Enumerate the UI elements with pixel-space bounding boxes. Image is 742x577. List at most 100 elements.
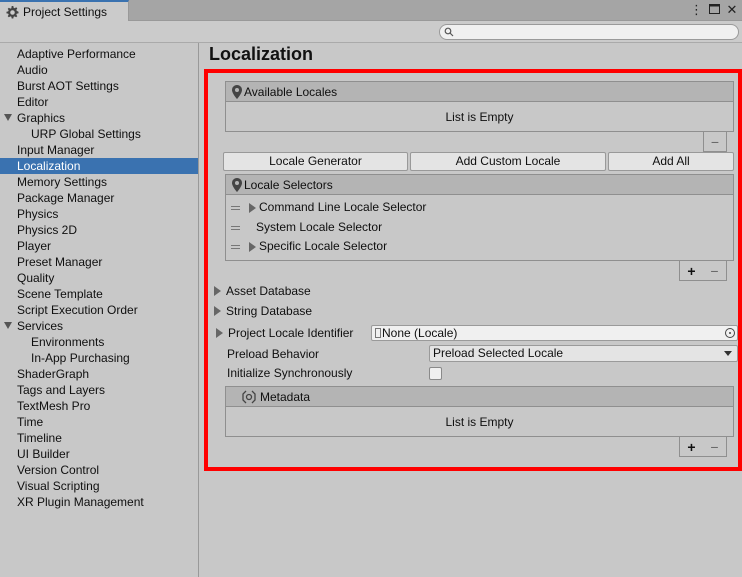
metadata-icon	[242, 390, 256, 404]
sidebar-item[interactable]: Physics 2D	[0, 222, 198, 238]
sidebar-item[interactable]: Version Control	[0, 462, 198, 478]
project-locale-identifier-label: Project Locale Identifier	[228, 326, 354, 340]
sidebar-item[interactable]: Physics	[0, 206, 198, 222]
sidebar-item[interactable]: TextMesh Pro	[0, 398, 198, 414]
sidebar-item-label: Quality	[17, 271, 55, 285]
close-icon[interactable]: ✕	[726, 2, 738, 18]
sidebar-item[interactable]: Localization	[0, 158, 198, 174]
menu-dots-icon[interactable]: ⋮	[690, 2, 703, 18]
available-locales-label: Available Locales	[244, 84, 338, 99]
sidebar-item-label: Tags and Layers	[17, 383, 106, 397]
remove-locale-button[interactable]: −	[711, 134, 719, 150]
string-database-label: String Database	[226, 304, 313, 318]
sidebar-item[interactable]: Editor	[0, 94, 198, 110]
maximize-icon[interactable]	[708, 2, 720, 18]
object-picker-icon[interactable]	[725, 328, 735, 338]
sidebar-item[interactable]: Input Manager	[0, 142, 198, 158]
initialize-synchronously-checkbox[interactable]	[429, 367, 442, 380]
add-custom-locale-button[interactable]: Add Custom Locale	[410, 152, 606, 171]
foldout-arrow-icon[interactable]	[216, 328, 223, 338]
sidebar-item[interactable]: Environments	[0, 334, 198, 350]
sidebar-item-label: UI Builder	[17, 447, 70, 461]
sidebar-item[interactable]: Script Execution Order	[0, 302, 198, 318]
project-locale-field[interactable]: None (Locale)	[371, 325, 738, 341]
sidebar-item-label: Input Manager	[17, 143, 95, 157]
sidebar-item-label: Physics 2D	[17, 223, 78, 237]
locale-selector-label: Command Line Locale Selector	[259, 200, 427, 214]
locale-selector-row[interactable]: Command Line Locale Selector	[226, 198, 733, 217]
asset-database-foldout[interactable]: Asset Database	[214, 282, 311, 300]
sidebar-item[interactable]: Quality	[0, 270, 198, 286]
sidebar-item-label: Package Manager	[17, 191, 115, 205]
page-title: Localization	[209, 44, 314, 64]
sidebar-item[interactable]: In-App Purchasing	[0, 350, 198, 366]
project-settings-tab[interactable]: Project Settings	[0, 0, 129, 22]
add-all-button[interactable]: Add All	[608, 152, 734, 171]
string-database-foldout[interactable]: String Database	[214, 302, 313, 320]
sidebar-item[interactable]: Player	[0, 238, 198, 254]
sidebar-item[interactable]: Adaptive Performance	[0, 46, 198, 62]
sidebar-item[interactable]: Package Manager	[0, 190, 198, 206]
foldout-arrow-icon[interactable]	[214, 286, 221, 296]
preload-behavior-dropdown[interactable]: Preload Selected Locale	[429, 345, 738, 362]
search-icon	[444, 27, 454, 37]
locale-selectors-header: Locale Selectors	[225, 174, 734, 195]
preload-behavior-value: Preload Selected Locale	[433, 346, 564, 360]
sidebar-item[interactable]: Preset Manager	[0, 254, 198, 270]
sidebar-item[interactable]: Scene Template	[0, 286, 198, 302]
sidebar-item-label: TextMesh Pro	[17, 399, 91, 413]
locale-selectors-list: Command Line Locale Selector System Loca…	[225, 195, 734, 261]
sidebar-item[interactable]: Visual Scripting	[0, 478, 198, 494]
sidebar-item-label: XR Plugin Management	[17, 495, 144, 509]
metadata-header: Metadata	[225, 386, 734, 407]
project-locale-identifier-foldout[interactable]: Project Locale Identifier	[216, 324, 354, 342]
sidebar-item-label: Services	[17, 319, 64, 333]
sidebar-item-label: URP Global Settings	[31, 127, 141, 141]
tab-title: Project Settings	[23, 5, 108, 19]
search-row	[0, 21, 742, 43]
sidebar-item[interactable]: Burst AOT Settings	[0, 78, 198, 94]
sidebar-item-label: Visual Scripting	[17, 479, 100, 493]
remove-metadata-button[interactable]: −	[710, 439, 718, 455]
available-locales-footer: −	[703, 132, 727, 152]
drag-handle-icon[interactable]	[231, 226, 240, 230]
sidebar-item[interactable]: Graphics	[0, 110, 198, 126]
sidebar-item[interactable]: Audio	[0, 62, 198, 78]
sidebar-item[interactable]: XR Plugin Management	[0, 494, 198, 510]
drag-handle-icon[interactable]	[231, 206, 240, 210]
sidebar-item-label: Version Control	[17, 463, 100, 477]
location-pin-icon	[232, 85, 242, 99]
localization-panel: Localization Available Locales List is E…	[200, 43, 742, 577]
expand-arrow-icon[interactable]	[4, 322, 12, 329]
locale-selectors-label: Locale Selectors	[244, 177, 333, 192]
remove-selector-button[interactable]: −	[710, 263, 718, 279]
foldout-arrow-icon[interactable]	[249, 242, 256, 252]
locale-selector-row[interactable]: Specific Locale Selector	[226, 237, 733, 256]
sidebar-item[interactable]: Time	[0, 414, 198, 430]
foldout-arrow-icon[interactable]	[214, 306, 221, 316]
project-locale-value: None (Locale)	[382, 326, 458, 340]
locale-generator-button[interactable]: Locale Generator	[223, 152, 408, 171]
asset-database-label: Asset Database	[226, 284, 311, 298]
foldout-arrow-icon[interactable]	[249, 203, 256, 213]
search-input[interactable]	[439, 24, 739, 40]
locale-selector-label: Specific Locale Selector	[259, 239, 388, 253]
sidebar-item[interactable]: UI Builder	[0, 446, 198, 462]
sidebar-item[interactable]: ShaderGraph	[0, 366, 198, 382]
add-metadata-button[interactable]: +	[687, 439, 695, 455]
locale-selector-row[interactable]: System Locale Selector	[226, 218, 733, 237]
sidebar-item-label: Graphics	[17, 111, 66, 125]
settings-sidebar: Adaptive Performance Audio Burst AOT Setti…	[0, 43, 199, 577]
initialize-synchronously-label: Initialize Synchronously	[227, 366, 353, 380]
sidebar-item-label: Preset Manager	[17, 255, 103, 269]
expand-arrow-icon[interactable]	[4, 114, 12, 121]
sidebar-item-label: Script Execution Order	[17, 303, 138, 317]
sidebar-item[interactable]: Services	[0, 318, 198, 334]
sidebar-item[interactable]: URP Global Settings	[0, 126, 198, 142]
sidebar-item[interactable]: Timeline	[0, 430, 198, 446]
title-bar: Project Settings ⋮ ✕	[0, 0, 742, 22]
sidebar-item[interactable]: Tags and Layers	[0, 382, 198, 398]
sidebar-item[interactable]: Memory Settings	[0, 174, 198, 190]
drag-handle-icon[interactable]	[231, 245, 240, 249]
add-selector-button[interactable]: +	[687, 263, 695, 279]
